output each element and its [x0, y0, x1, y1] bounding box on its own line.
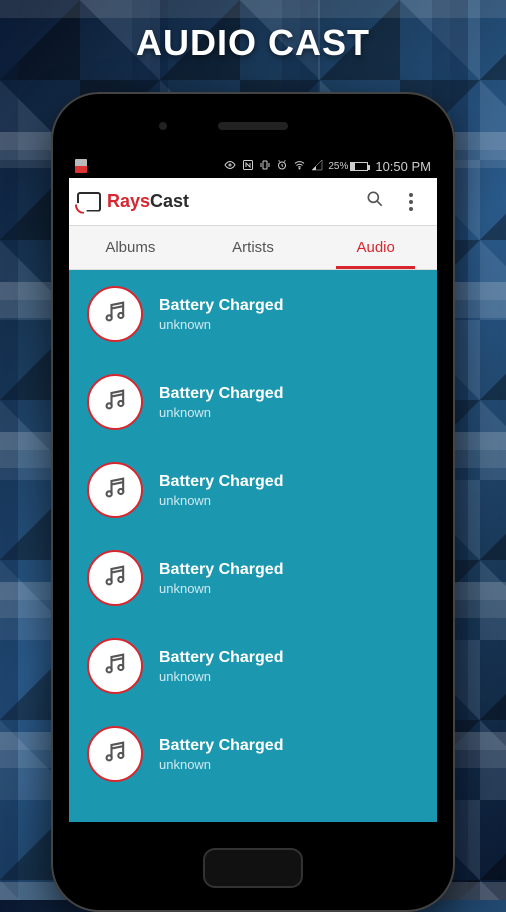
- audio-thumbnail: [87, 286, 143, 342]
- music-note-icon: [101, 650, 129, 683]
- audio-thumbnail: [87, 726, 143, 782]
- phone-screen: 25% 10:50 PM RaysCast Al: [69, 154, 437, 822]
- phone-speaker: [218, 122, 288, 130]
- music-note-icon: [101, 386, 129, 419]
- app-header: RaysCast: [69, 178, 437, 226]
- item-text: Battery Charged unknown: [159, 649, 283, 684]
- item-text: Battery Charged unknown: [159, 473, 283, 508]
- no-sim-icon: [75, 159, 87, 173]
- item-subtitle: unknown: [159, 405, 283, 420]
- battery-indicator: 25%: [328, 161, 368, 172]
- brand-prefix: Rays: [107, 191, 150, 211]
- item-subtitle: unknown: [159, 581, 283, 596]
- phone-frame: 25% 10:50 PM RaysCast Al: [51, 92, 455, 912]
- clock: 10:50 PM: [375, 159, 431, 174]
- more-vert-icon: [409, 193, 413, 211]
- item-title: Battery Charged: [159, 737, 283, 755]
- wifi-icon: [293, 159, 306, 174]
- item-subtitle: unknown: [159, 757, 283, 772]
- battery-pct: 25%: [328, 161, 348, 172]
- brand-suffix: Cast: [150, 191, 189, 211]
- audio-list[interactable]: Battery Charged unknown Battery Charged …: [69, 270, 437, 822]
- item-subtitle: unknown: [159, 317, 283, 332]
- tab-bar: Albums Artists Audio: [69, 226, 437, 270]
- list-item[interactable]: Battery Charged unknown: [69, 534, 437, 622]
- music-note-icon: [101, 562, 129, 595]
- tab-label: Audio: [356, 239, 394, 256]
- tab-label: Albums: [105, 239, 155, 256]
- audio-thumbnail: [87, 374, 143, 430]
- list-item[interactable]: Battery Charged unknown: [69, 710, 437, 798]
- music-note-icon: [101, 474, 129, 507]
- alarm-icon: [276, 159, 288, 174]
- item-text: Battery Charged unknown: [159, 297, 283, 332]
- tab-albums[interactable]: Albums: [69, 226, 192, 269]
- list-item[interactable]: Battery Charged unknown: [69, 358, 437, 446]
- audio-thumbnail: [87, 550, 143, 606]
- list-item[interactable]: Battery Charged unknown: [69, 446, 437, 534]
- item-title: Battery Charged: [159, 297, 283, 315]
- audio-thumbnail: [87, 462, 143, 518]
- app-logo[interactable]: RaysCast: [77, 191, 189, 212]
- item-title: Battery Charged: [159, 473, 283, 491]
- home-button[interactable]: [203, 848, 303, 888]
- nfc-icon: [242, 159, 254, 174]
- list-item[interactable]: Battery Charged unknown: [69, 270, 437, 358]
- item-title: Battery Charged: [159, 561, 283, 579]
- audio-thumbnail: [87, 638, 143, 694]
- music-note-icon: [101, 738, 129, 771]
- status-bar: 25% 10:50 PM: [69, 154, 437, 178]
- vibrate-icon: [259, 159, 271, 174]
- item-title: Battery Charged: [159, 385, 283, 403]
- tab-label: Artists: [232, 239, 274, 256]
- search-icon: [365, 189, 385, 214]
- item-text: Battery Charged unknown: [159, 561, 283, 596]
- promo-title: AUDIO CAST: [0, 22, 506, 64]
- list-item[interactable]: Battery Charged unknown: [69, 622, 437, 710]
- overflow-menu-button[interactable]: [393, 184, 429, 220]
- item-subtitle: unknown: [159, 493, 283, 508]
- item-title: Battery Charged: [159, 649, 283, 667]
- item-subtitle: unknown: [159, 669, 283, 684]
- eye-icon: [223, 159, 237, 174]
- item-text: Battery Charged unknown: [159, 737, 283, 772]
- search-button[interactable]: [357, 184, 393, 220]
- cast-icon: [77, 192, 101, 212]
- item-text: Battery Charged unknown: [159, 385, 283, 420]
- tab-artists[interactable]: Artists: [192, 226, 315, 269]
- phone-sensor: [159, 122, 167, 130]
- music-note-icon: [101, 298, 129, 331]
- tab-audio[interactable]: Audio: [314, 226, 437, 269]
- signal-icon: [311, 159, 323, 174]
